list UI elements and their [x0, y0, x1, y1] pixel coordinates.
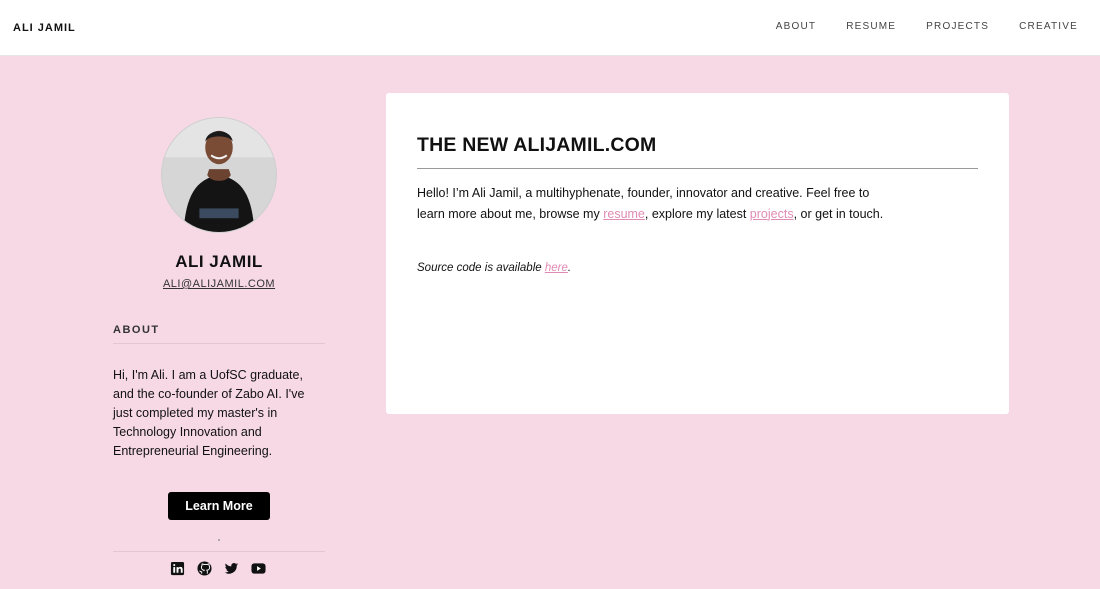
- avatar: [161, 117, 277, 233]
- resume-link[interactable]: resume: [603, 207, 645, 221]
- site-brand-link[interactable]: ALI JAMIL: [13, 22, 76, 34]
- post-title-divider: [417, 168, 978, 169]
- nav-resume-link[interactable]: RESUME: [846, 21, 896, 32]
- profile-name: ALI JAMIL: [175, 252, 263, 271]
- profile-email-link[interactable]: ALI@ALIJAMIL.COM: [113, 278, 325, 290]
- social-divider: [113, 551, 325, 552]
- source-period: .: [567, 262, 572, 274]
- social-links: [170, 561, 266, 576]
- source-text: Source code is available: [417, 262, 545, 274]
- profile-photo: [162, 118, 276, 232]
- intro-text-2: , explore my latest: [644, 206, 750, 221]
- post-title: THE NEW ALIJAMIL.COM: [417, 134, 657, 156]
- source-code-note: Source code is available here.: [417, 262, 571, 274]
- intro-text-3: , or get in touch.: [793, 206, 884, 221]
- nav-projects-link[interactable]: PROJECTS: [926, 21, 989, 32]
- nav-creative-link[interactable]: CREATIVE: [1019, 21, 1078, 32]
- github-icon[interactable]: [197, 561, 212, 576]
- separator-dot: [218, 539, 220, 541]
- learn-more-button[interactable]: Learn More: [168, 492, 270, 520]
- top-nav-bar: ALI JAMIL ABOUT RESUME PROJECTS CREATIVE: [0, 0, 1100, 56]
- about-text: Hi, I'm Ali. I am a UofSC graduate, and …: [113, 368, 305, 458]
- youtube-icon[interactable]: [251, 561, 266, 576]
- linkedin-icon[interactable]: [170, 561, 185, 576]
- about-heading: ABOUT: [113, 324, 160, 336]
- profile-sidebar: ALI JAMIL ALI@ALIJAMIL.COM ABOUT Hi, I'm…: [113, 56, 325, 589]
- about-divider: [113, 343, 325, 344]
- post-card: THE NEW ALIJAMIL.COM Hello! I’m Ali Jami…: [386, 93, 1009, 414]
- source-code-link[interactable]: here: [545, 262, 568, 274]
- post-intro: Hello! I’m Ali Jamil, a multihyphenate, …: [417, 183, 887, 224]
- nav-about-link[interactable]: ABOUT: [776, 21, 816, 32]
- twitter-icon[interactable]: [224, 561, 239, 576]
- projects-link[interactable]: projects: [750, 207, 794, 221]
- main-nav: ABOUT RESUME PROJECTS CREATIVE: [776, 21, 1078, 32]
